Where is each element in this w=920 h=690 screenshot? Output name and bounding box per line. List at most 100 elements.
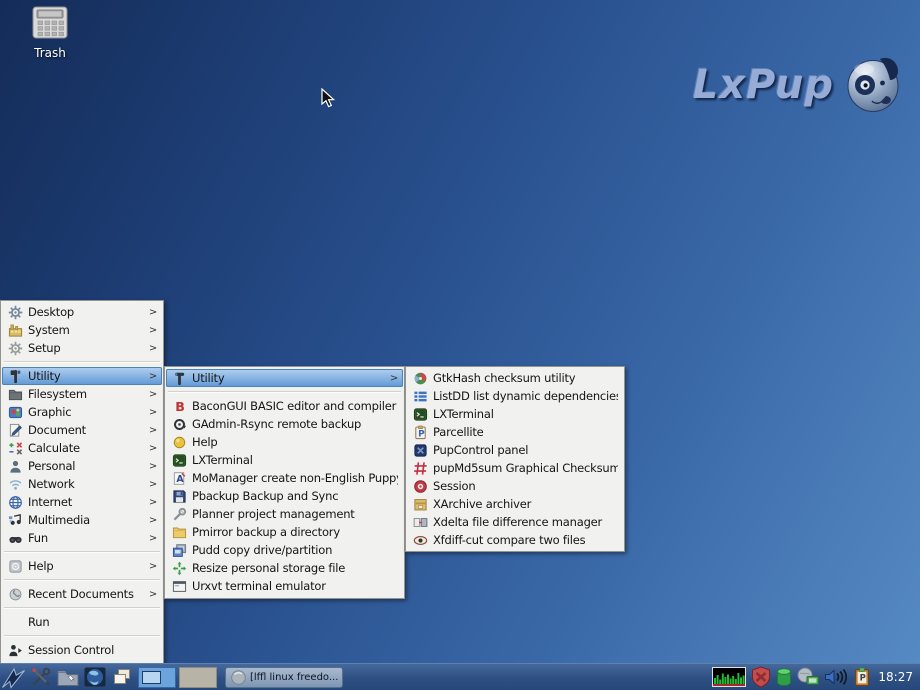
trash-desktop-icon[interactable]: Trash	[20, 6, 80, 60]
utility-apps-submenu: GtkHash checksum utility ListDD list dyna…	[405, 366, 625, 552]
menu-item-internet[interactable]: Internet>	[2, 493, 162, 511]
menu-item-calculate[interactable]: Calculate>	[2, 439, 162, 457]
fun-icon	[8, 531, 23, 546]
menu-item-recent-documents[interactable]: Recent Documents>	[2, 585, 162, 603]
menu-item-listdd-list-dynamic-dependencies[interactable]: ListDD list dynamic dependencies	[407, 387, 623, 405]
submenu-arrow-icon: >	[149, 443, 157, 454]
menu-item-label: Fun	[28, 531, 145, 545]
menu-item-xarchive-archiver[interactable]: XArchive archiver	[407, 495, 623, 513]
volume-control[interactable]	[824, 667, 850, 687]
speaker-icon	[824, 667, 850, 687]
clipboard-manager[interactable]: P	[854, 667, 870, 687]
workspace-2[interactable]	[179, 667, 217, 688]
browser-button[interactable]	[81, 664, 108, 690]
gear-setup-icon	[8, 341, 23, 356]
menu-item-xdelta-file-difference-manager[interactable]: Xdelta file difference manager	[407, 513, 623, 531]
gtkhash-icon	[413, 371, 428, 386]
tools-button[interactable]	[27, 664, 54, 690]
menu-item-run[interactable]: Run	[2, 613, 162, 631]
menu-item-help[interactable]: Help	[166, 433, 403, 451]
lxpup-logo-text: LxPup	[693, 62, 834, 108]
file-manager-button[interactable]	[54, 664, 81, 690]
menu-item-label: Desktop	[28, 305, 145, 319]
menu-item-setup[interactable]: Setup>	[2, 339, 162, 357]
submenu-arrow-icon: >	[149, 371, 157, 382]
menu-item-urxvt-terminal-emulator[interactable]: Urxvt terminal emulator	[166, 577, 403, 595]
menu-item-bacongui-basic-editor-and-compiler[interactable]: B BaconGUI BASIC editor and compiler	[166, 397, 403, 415]
menu-item-filesystem[interactable]: Filesystem>	[2, 385, 162, 403]
cylinder-icon	[776, 667, 792, 687]
menu-separator	[168, 391, 401, 393]
menu-item-xfdiff-cut-compare-two-files[interactable]: Xfdiff-cut compare two files	[407, 531, 623, 549]
workspace-1[interactable]	[138, 667, 176, 688]
menu-separator	[4, 361, 160, 363]
menu-item-utility[interactable]: Utility>	[166, 369, 403, 387]
menu-item-lxterminal[interactable]: LXTerminal	[407, 405, 623, 423]
menu-item-resize-personal-storage-file[interactable]: Resize personal storage file	[166, 559, 403, 577]
submenu-arrow-icon: >	[149, 325, 157, 336]
network-icon	[796, 667, 820, 687]
system-icon	[8, 323, 23, 338]
menu-item-document[interactable]: Document>	[2, 421, 162, 439]
utility-tools-icon	[8, 369, 23, 384]
rsync-icon	[172, 417, 187, 432]
menu-item-label: Recent Documents	[28, 587, 145, 601]
task-button[interactable]: [lffl linux freedo...	[225, 667, 343, 688]
cpu-graph-icon	[712, 667, 746, 687]
menu-item-pupmd5sum-graphical-checksum[interactable]: pupMd5sum Graphical Checksum	[407, 459, 623, 477]
menu-item-label: LXTerminal	[433, 407, 618, 421]
menu-item-gadmin-rsync-remote-backup[interactable]: GAdmin-Rsync remote backup	[166, 415, 403, 433]
menu-item-network[interactable]: Network>	[2, 475, 162, 493]
clipboard-icon: P	[854, 667, 870, 687]
submenu-arrow-icon: >	[149, 515, 157, 526]
firewall-status[interactable]	[750, 666, 772, 688]
iconify-windows-button[interactable]	[108, 664, 135, 690]
disk-usage[interactable]	[776, 667, 792, 687]
workspace-pager	[138, 667, 217, 688]
menu-item-fun[interactable]: Fun>	[2, 529, 162, 547]
menu-item-label: ListDD list dynamic dependencies	[433, 389, 618, 403]
menu-item-pbackup-backup-and-sync[interactable]: Pbackup Backup and Sync	[166, 487, 403, 505]
puppy-logo-icon	[844, 56, 902, 114]
menu-item-label: Help	[28, 559, 145, 573]
menu-item-pmirror-backup-a-directory[interactable]: Pmirror backup a directory	[166, 523, 403, 541]
menu-item-label: Setup	[28, 341, 145, 355]
menu-item-help[interactable]: Help>	[2, 557, 162, 575]
taskbar-launchers	[0, 664, 135, 690]
menu-item-multimedia[interactable]: Multimedia>	[2, 511, 162, 529]
menu-item-utility[interactable]: Utility>	[2, 367, 162, 385]
submenu-arrow-icon: >	[149, 479, 157, 490]
menu-item-label: BaconGUI BASIC editor and compiler	[192, 399, 398, 413]
menu-item-session[interactable]: Session	[407, 477, 623, 495]
globe-sphere-icon	[231, 670, 246, 685]
menu-item-label: XArchive archiver	[433, 497, 618, 511]
cpu-monitor[interactable]	[712, 667, 746, 687]
menu-separator	[4, 635, 160, 637]
menu-item-momanager-create-non-english-puppy[interactable]: AMoManager create non-English Puppy	[166, 469, 403, 487]
menu-item-planner-project-management[interactable]: Planner project management	[166, 505, 403, 523]
menu-item-label: Pbackup Backup and Sync	[192, 489, 398, 503]
submenu-arrow-icon: >	[149, 497, 157, 508]
menu-item-graphic[interactable]: Graphic>	[2, 403, 162, 421]
menu-item-label: Xdelta file difference manager	[433, 515, 618, 529]
network-status[interactable]	[796, 667, 820, 687]
menu-button[interactable]	[0, 664, 27, 690]
menu-item-lxterminal[interactable]: LXTerminal	[166, 451, 403, 469]
parcellite-icon: P	[413, 425, 428, 440]
menu-item-label: Xfdiff-cut compare two files	[433, 533, 618, 547]
menu-item-label: Run	[28, 615, 157, 629]
menu-item-personal[interactable]: Personal>	[2, 457, 162, 475]
help-box-icon	[8, 559, 23, 574]
menu-item-pudd-copy-drive-partition[interactable]: Pudd copy drive/partition	[166, 541, 403, 559]
menu-item-system[interactable]: System>	[2, 321, 162, 339]
menu-item-gtkhash-checksum-utility[interactable]: GtkHash checksum utility	[407, 369, 623, 387]
menu-item-parcellite[interactable]: PParcellite	[407, 423, 623, 441]
menu-item-pupcontrol-panel[interactable]: PupControl panel	[407, 441, 623, 459]
session-person-icon	[8, 643, 23, 658]
tools-icon	[31, 667, 51, 687]
menu-item-session-control[interactable]: Session Control	[2, 641, 162, 659]
menu-item-desktop[interactable]: Desktop>	[2, 303, 162, 321]
svg-text:B: B	[175, 399, 184, 414]
menu-item-label: Help	[192, 435, 398, 449]
multimedia-icon	[8, 513, 23, 528]
